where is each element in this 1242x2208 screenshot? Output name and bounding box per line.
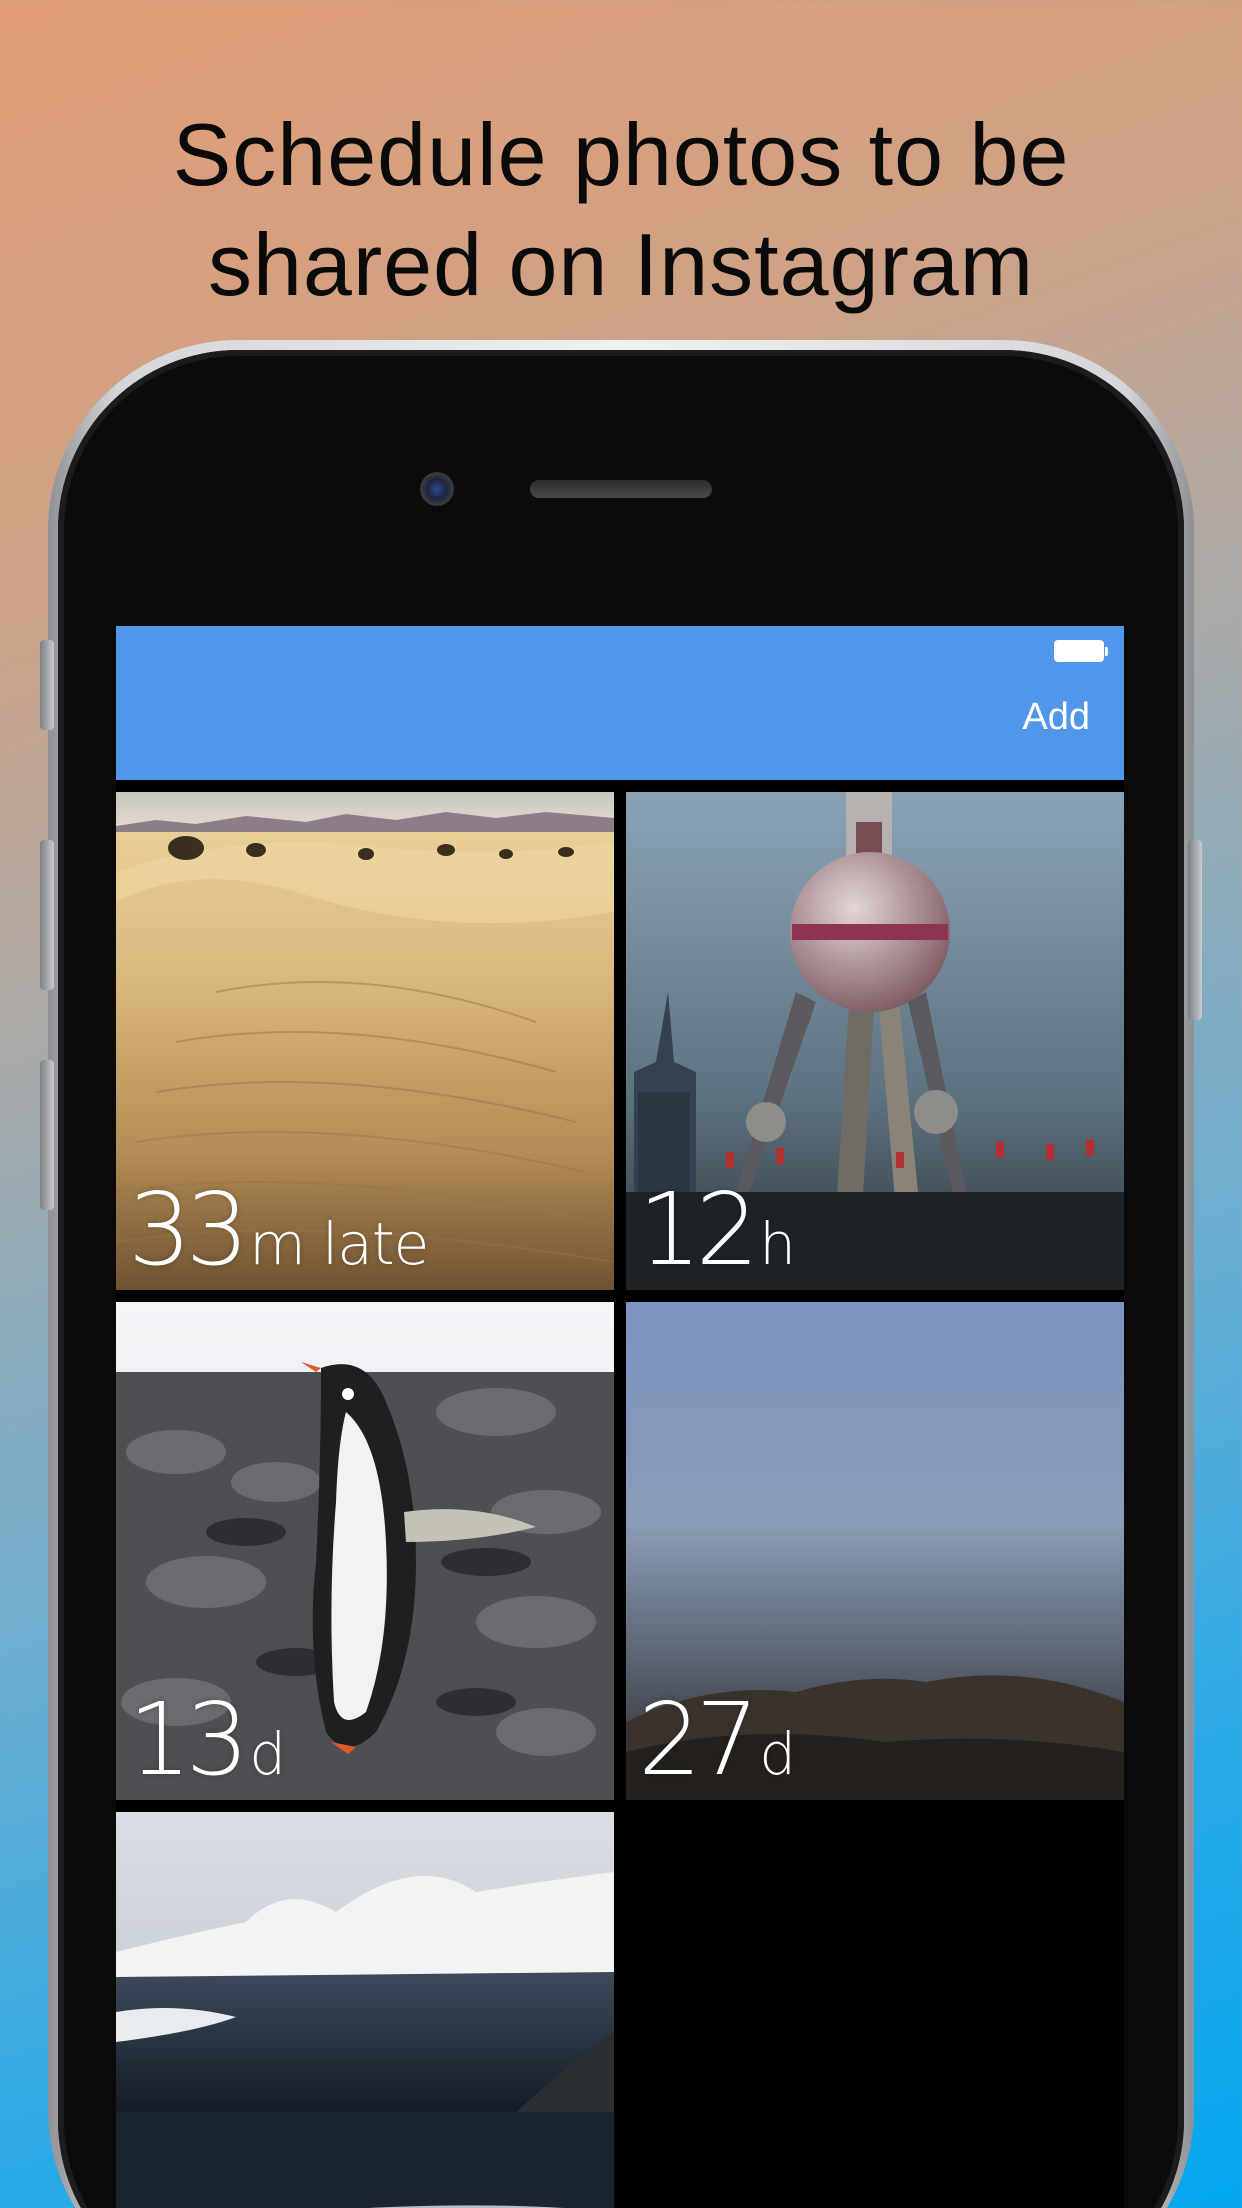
snowy-mountains-photo bbox=[116, 1812, 614, 2208]
countdown-unit: h bbox=[759, 1210, 796, 1278]
earpiece-speaker bbox=[530, 480, 712, 498]
volume-up-button bbox=[40, 840, 54, 990]
battery-full-icon bbox=[1054, 640, 1108, 664]
photo-tile-desert[interactable]: 33 m late bbox=[116, 792, 614, 1290]
photo-tile-penguin[interactable]: 13 d bbox=[116, 1302, 614, 1800]
headline-line-2: shared on Instagram bbox=[207, 215, 1035, 314]
countdown-value: 12 bbox=[638, 1171, 759, 1288]
countdown-value: 33 bbox=[128, 1171, 249, 1288]
headline-line-1: Schedule photos to be bbox=[172, 105, 1070, 204]
countdown-unit: m late bbox=[249, 1210, 429, 1278]
front-camera bbox=[420, 472, 454, 506]
mute-switch bbox=[40, 640, 54, 730]
photo-tile-snowy-mountains[interactable] bbox=[116, 1812, 614, 2208]
countdown-unit: d bbox=[759, 1720, 796, 1788]
app-screen: Add 33 m late 12 h 13 d 27 d bbox=[116, 626, 1124, 2208]
volume-down-button bbox=[40, 1060, 54, 1210]
headline: Schedule photos to be shared on Instagra… bbox=[0, 100, 1242, 320]
countdown-value: 13 bbox=[128, 1681, 249, 1798]
countdown-value: 27 bbox=[638, 1681, 759, 1798]
countdown-unit: d bbox=[249, 1720, 286, 1788]
schedule-countdown: 33 m late bbox=[128, 1180, 429, 1280]
photo-tile-hazy-dunes[interactable]: 27 d bbox=[626, 1302, 1124, 1800]
navigation-bar: Add bbox=[116, 626, 1124, 780]
schedule-countdown: 12 h bbox=[638, 1180, 796, 1280]
power-button bbox=[1188, 840, 1202, 1020]
schedule-countdown: 13 d bbox=[128, 1690, 286, 1790]
photo-tile-tower[interactable]: 12 h bbox=[626, 792, 1124, 1290]
add-button[interactable]: Add bbox=[1022, 696, 1090, 739]
schedule-countdown: 27 d bbox=[638, 1690, 796, 1790]
